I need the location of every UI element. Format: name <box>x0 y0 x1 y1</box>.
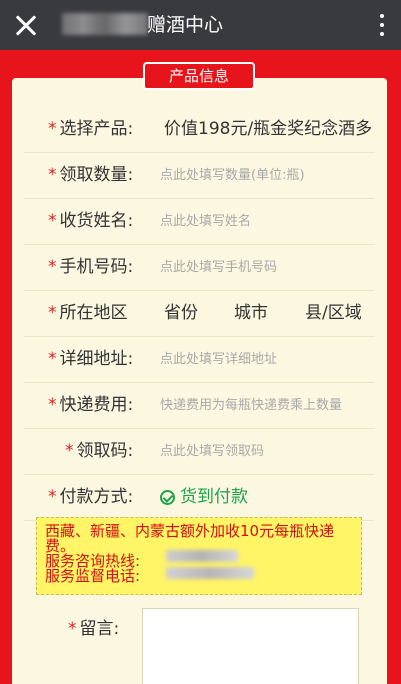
phone-input[interactable]: 点此处填写手机号码 <box>160 245 277 290</box>
message-label: * 留言: <box>68 619 120 639</box>
address-input[interactable]: 点此处填写详细地址 <box>160 337 277 382</box>
more-menu-icon[interactable] <box>377 12 387 38</box>
province-select[interactable]: 省份 <box>164 291 198 336</box>
top-bar: 赠酒中心 <box>0 0 401 50</box>
shipping-label: * 快递费用: <box>48 395 134 415</box>
code-row: * 领取码: 点此处填写领取码 <box>24 429 374 475</box>
address-label: * 详细地址: <box>48 349 134 369</box>
payment-row: * 付款方式: 货到付款 <box>24 475 374 521</box>
check-circle-icon[interactable] <box>160 490 175 505</box>
blurred-supervision-number <box>166 567 254 579</box>
name-input[interactable]: 点此处填写姓名 <box>160 199 251 244</box>
region-label: * 所在地区 <box>48 303 128 323</box>
city-select[interactable]: 城市 <box>234 291 268 336</box>
product-row[interactable]: * 选择产品: 价值198元/瓶金奖纪念酒多 <box>24 107 374 153</box>
code-label: * 领取码: <box>65 441 134 461</box>
message-textarea[interactable] <box>142 608 359 684</box>
address-row: * 详细地址: 点此处填写详细地址 <box>24 337 374 383</box>
blurred-title-prefix <box>62 13 148 35</box>
section-tab-product-info: 产品信息 <box>143 62 255 90</box>
quantity-label: * 领取数量: <box>48 165 134 185</box>
quantity-input[interactable]: 点此处填写数量(单位:瓶) <box>160 153 305 198</box>
quantity-row: * 领取数量: 点此处填写数量(单位:瓶) <box>24 153 374 199</box>
name-label: * 收货姓名: <box>48 211 134 231</box>
county-select[interactable]: 县/区域 <box>305 291 362 336</box>
payment-option-cod[interactable]: 货到付款 <box>180 475 248 520</box>
code-input[interactable]: 点此处填写领取码 <box>160 429 264 474</box>
name-row: * 收货姓名: 点此处填写姓名 <box>24 199 374 245</box>
blurred-hotline-number <box>166 550 238 562</box>
phone-label: * 手机号码: <box>48 257 134 277</box>
page-title: 赠酒中心 <box>147 14 224 36</box>
payment-label: * 付款方式: <box>48 487 134 507</box>
product-label: * 选择产品: <box>48 119 134 139</box>
close-icon[interactable] <box>10 9 42 41</box>
phone-row: * 手机号码: 点此处填写手机号码 <box>24 245 374 291</box>
shipping-row: * 快递费用: 快递费用为每瓶快递费乘上数量 <box>24 383 374 429</box>
shipping-fee-field[interactable]: 快递费用为每瓶快递费乘上数量 <box>160 383 342 428</box>
region-row: * 所在地区 省份 城市 县/区域 <box>24 291 374 337</box>
product-select[interactable]: 价值198元/瓶金奖纪念酒多 <box>164 107 374 152</box>
